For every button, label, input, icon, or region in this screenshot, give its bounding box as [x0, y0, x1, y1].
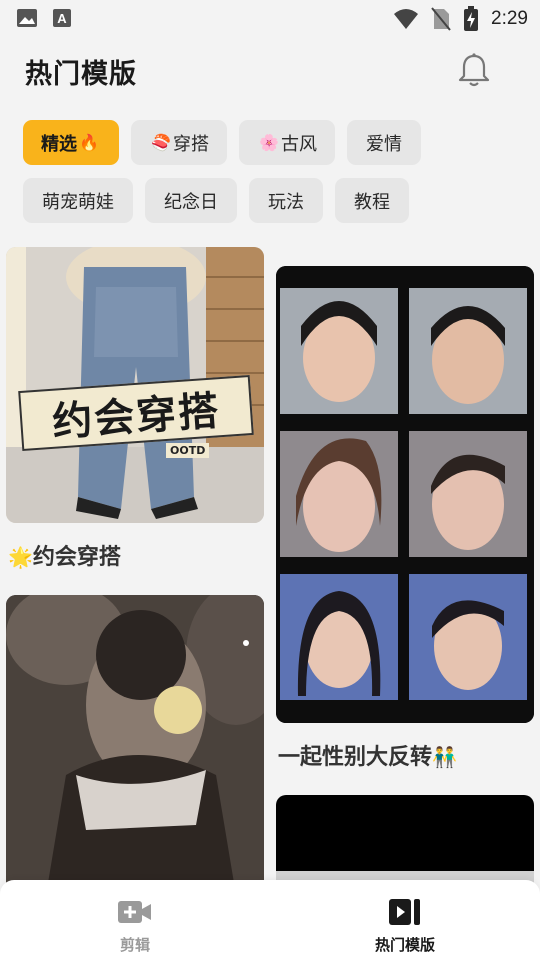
template-card-title[interactable]: 一起性别大反转👬: [278, 739, 457, 771]
chip-label: 穿搭: [172, 133, 209, 155]
chip-outfit[interactable]: 🍣 穿搭: [131, 120, 227, 165]
chip-tutorial[interactable]: 教程: [335, 178, 409, 223]
chip-label: 精选: [41, 133, 78, 155]
overlay-subtitle: OOTD: [166, 443, 210, 458]
chip-gameplay[interactable]: 玩法: [249, 178, 323, 223]
no-sim-icon: [431, 7, 451, 31]
chip-label: 纪念日: [164, 191, 218, 213]
video-add-icon: [118, 901, 151, 923]
nav-item-templates[interactable]: 热门模版: [330, 880, 480, 960]
fire-icon: 🔥: [79, 133, 99, 152]
star-icon: 🌟: [8, 545, 33, 569]
chip-pets-kids[interactable]: 萌宠萌娃: [23, 178, 133, 223]
nav-item-edit[interactable]: 剪辑: [60, 880, 210, 960]
card-title-text: 约会穿搭: [32, 545, 121, 570]
wifi-icon: [394, 9, 419, 29]
chip-label: 爱情: [366, 133, 402, 155]
chip-label: 萌宠萌娃: [42, 191, 114, 213]
page-title: 热门模版: [25, 59, 137, 90]
template-card-title[interactable]: 🌟约会穿搭: [8, 539, 121, 571]
bell-icon[interactable]: [457, 52, 491, 88]
template-icon: [389, 899, 420, 925]
status-bar: A 2:29: [0, 0, 540, 36]
nav-label: 热门模版: [374, 936, 435, 954]
couple-icon: 👬: [432, 745, 457, 769]
chip-label: 古风: [280, 133, 317, 155]
template-card-image[interactable]: 约会穿搭 OOTD: [6, 247, 264, 523]
sushi-icon: 🍣: [151, 133, 171, 152]
chip-label: 玩法: [268, 191, 304, 213]
nav-label: 剪辑: [119, 936, 150, 954]
template-card-image[interactable]: [6, 595, 264, 895]
status-time: 2:29: [491, 8, 528, 29]
card-title-text: 一起性别大反转: [278, 745, 433, 770]
portrait-photo: [6, 595, 264, 895]
overlay-title: 约会穿搭: [50, 388, 222, 446]
template-card-image[interactable]: [276, 266, 534, 723]
chip-ancient-style[interactable]: 🌸 古风: [239, 120, 335, 165]
chip-anniversary[interactable]: 纪念日: [145, 178, 237, 223]
chip-featured[interactable]: 精选 🔥: [23, 120, 119, 165]
image-icon: [17, 9, 37, 27]
blossom-icon: 🌸: [259, 133, 279, 152]
font-icon: A: [53, 9, 71, 27]
bottom-nav: 剪辑 热门模版: [0, 880, 540, 960]
battery-charging-icon: [464, 6, 479, 31]
svg-text:A: A: [57, 11, 67, 26]
chip-label: 教程: [354, 191, 390, 213]
chip-love[interactable]: 爱情: [347, 120, 421, 165]
gender-swap-grid: [276, 266, 534, 723]
